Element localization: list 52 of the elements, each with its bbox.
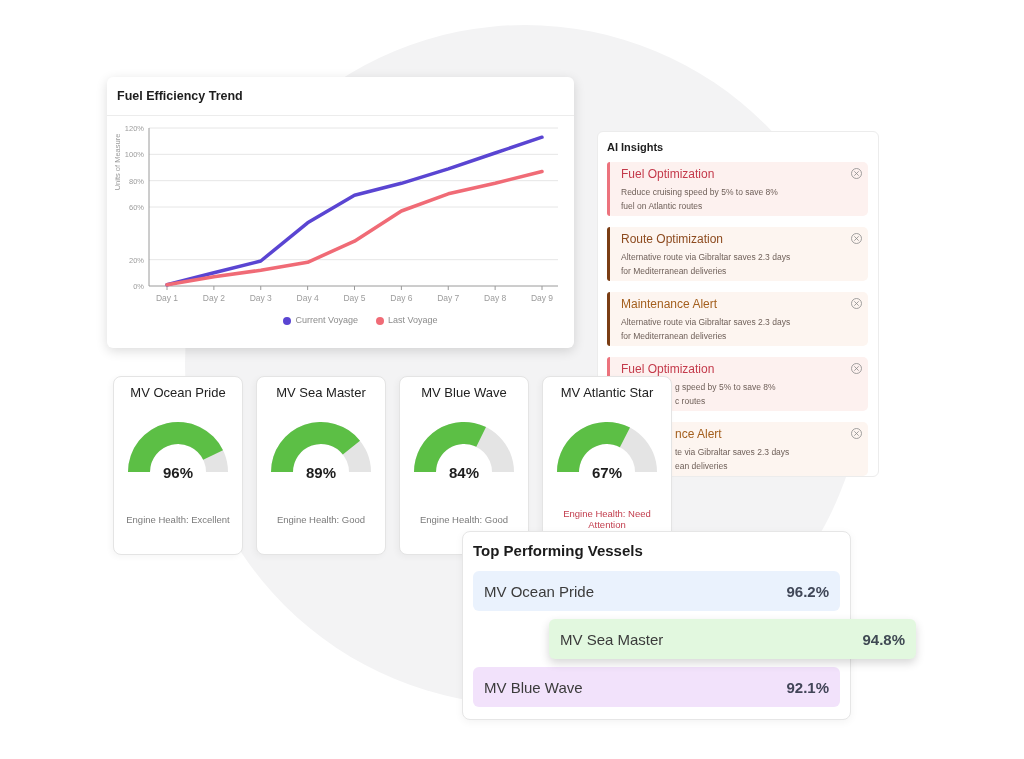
insight-text: c routes — [675, 395, 706, 408]
tick-label: Day 7 — [437, 293, 460, 303]
engine-health-text: Engine Health: Need Attention — [562, 508, 652, 530]
engine-health-text: Engine Health: Good — [419, 513, 509, 525]
vessel-name: MV Sea Master — [560, 630, 664, 648]
close-icon[interactable] — [851, 233, 862, 244]
gauge-value: 89% — [306, 464, 336, 481]
vessel-name: MV Ocean Pride — [130, 385, 226, 401]
insight-title: Fuel Optimization — [621, 167, 715, 181]
insight-text: te via Gibraltar saves 2.3 days — [675, 446, 790, 459]
vessel-name: MV Blue Wave — [484, 678, 583, 696]
close-icon[interactable] — [851, 428, 862, 439]
tick-label: Day 3 — [249, 293, 272, 303]
tick-label: Day 2 — [202, 293, 225, 303]
insight-text: g speed by 5% to save 8% — [675, 381, 776, 394]
close-icon[interactable] — [851, 298, 862, 309]
vessel-name: MV Atlantic Star — [560, 385, 654, 401]
engine-health-text: Engine Health: Excellent — [126, 513, 230, 525]
gauge-value: 67% — [592, 464, 622, 481]
card-title: Top Performing Vessels — [473, 542, 643, 560]
insight-text: Reduce cruising speed by 5% to save 8% — [621, 186, 778, 199]
close-icon[interactable] — [851, 363, 862, 374]
vessel-score: 92.1% — [786, 678, 829, 696]
vessel-name: MV Blue Wave — [421, 385, 507, 401]
legend-label: Current Voyage — [295, 315, 358, 326]
vessel-score: 94.8% — [862, 630, 905, 648]
legend-label: Last Voyage — [388, 315, 438, 326]
tick-label: Day 1 — [155, 293, 179, 303]
tick-label: Day 9 — [530, 293, 554, 303]
insight-text: for Mediterranean deliveries — [621, 265, 727, 278]
engine-health-text: Engine Health: Good — [276, 513, 366, 525]
insight-text: fuel on Atlantic routes — [621, 200, 703, 213]
gauge-value: 84% — [449, 464, 479, 481]
vessel-name: MV Ocean Pride — [484, 582, 595, 600]
tick-label: Day 5 — [343, 293, 366, 303]
chart-title: Fuel Efficiency Trend — [117, 89, 243, 103]
vessel-score: 96.2% — [786, 582, 829, 600]
insight-title: Route Optimization — [621, 232, 724, 246]
insight-text: for Mediterranean deliveries — [621, 330, 727, 343]
tick-label: Day 4 — [296, 293, 319, 303]
insight-text: Alternative route via Gibraltar saves 2.3 days — [621, 316, 791, 329]
insight-text: ean deliveries — [675, 460, 728, 473]
insight-title: Fuel Optimization — [621, 362, 715, 376]
insight-title: Maintenance Alert — [621, 297, 718, 311]
gauge-value: 96% — [163, 464, 193, 481]
tick-label: Day 8 — [484, 293, 507, 303]
close-icon[interactable] — [851, 168, 862, 179]
insight-title: nce Alert — [675, 427, 722, 441]
panel-title: AI Insights — [607, 140, 664, 154]
vessel-name: MV Sea Master — [276, 385, 366, 401]
insight-text: Alternative route via Gibraltar saves 2.3 days — [621, 251, 791, 264]
tick-label: Day 6 — [390, 293, 413, 303]
